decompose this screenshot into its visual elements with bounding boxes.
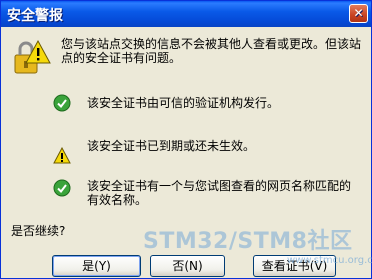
lock-warning-icon <box>14 39 51 74</box>
cert-row-expired: 该安全证书已到期或还未生效。 <box>87 139 256 153</box>
dialog-content: 您与该站点交换的信息不会被其他人查看或更改。但该站点的安全证书有问题。 该安全证… <box>1 27 371 279</box>
continue-question: 是否继续? <box>11 224 66 238</box>
cert-row-name-match: 该安全证书有一个与您试图查看的网页名称匹配的有效名称。 <box>87 179 352 207</box>
check-circle-icon <box>53 179 71 197</box>
check-circle-icon <box>53 94 71 112</box>
view-certificate-button[interactable]: 查看证书(V) <box>253 255 336 277</box>
close-button[interactable]: ✕ <box>349 4 368 23</box>
warning-triangle-icon <box>53 147 71 164</box>
title-bar[interactable]: 安全警报 ✕ <box>1 1 371 27</box>
header-message: 您与该站点交换的信息不会被其他人查看或更改。但该站点的安全证书有问题。 <box>61 37 362 65</box>
cert-row-trusted: 该安全证书由可信的验证机构发行。 <box>87 96 280 110</box>
no-button[interactable]: 否(N) <box>150 255 225 277</box>
window-title: 安全警报 <box>7 8 63 24</box>
security-alert-dialog: 安全警报 ✕ 您与该站点交换的信息不会被其他人查看或更改。但该站点的安全证书有问… <box>0 0 372 279</box>
yes-button[interactable]: 是(Y) <box>52 255 141 277</box>
